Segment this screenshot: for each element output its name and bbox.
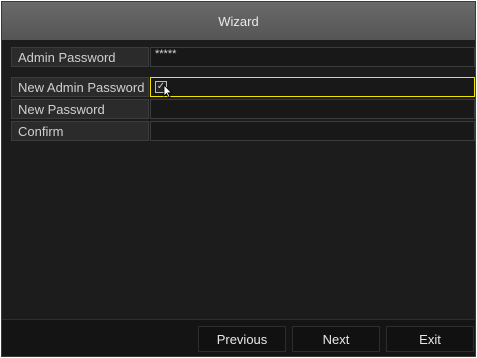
button-bar: Previous Next Exit bbox=[2, 319, 475, 356]
next-button[interactable]: Next bbox=[292, 326, 380, 352]
new-admin-password-toggle-field[interactable]: ✓ bbox=[150, 77, 475, 98]
new-admin-password-row: New Admin Password ✓ bbox=[11, 77, 475, 98]
new-password-row: New Password bbox=[11, 99, 475, 119]
previous-button[interactable]: Previous bbox=[198, 326, 286, 352]
window-title: Wizard bbox=[218, 13, 259, 29]
new-password-input[interactable] bbox=[150, 99, 475, 119]
mouse-cursor-icon bbox=[163, 84, 173, 98]
admin-password-value: ***** bbox=[155, 48, 177, 60]
wizard-window: Wizard Admin Password ***** New Admin Pa… bbox=[1, 1, 476, 357]
confirm-label: Confirm bbox=[11, 121, 149, 141]
confirm-row: Confirm bbox=[11, 121, 475, 141]
admin-password-field[interactable]: ***** bbox=[150, 47, 475, 67]
confirm-password-input[interactable] bbox=[150, 121, 475, 141]
new-password-label: New Password bbox=[11, 99, 149, 119]
new-admin-password-label: New Admin Password bbox=[11, 77, 149, 97]
admin-password-row: Admin Password ***** bbox=[11, 47, 475, 67]
exit-button[interactable]: Exit bbox=[386, 326, 474, 352]
title-bar: Wizard bbox=[2, 2, 475, 40]
admin-password-label: Admin Password bbox=[11, 47, 149, 67]
